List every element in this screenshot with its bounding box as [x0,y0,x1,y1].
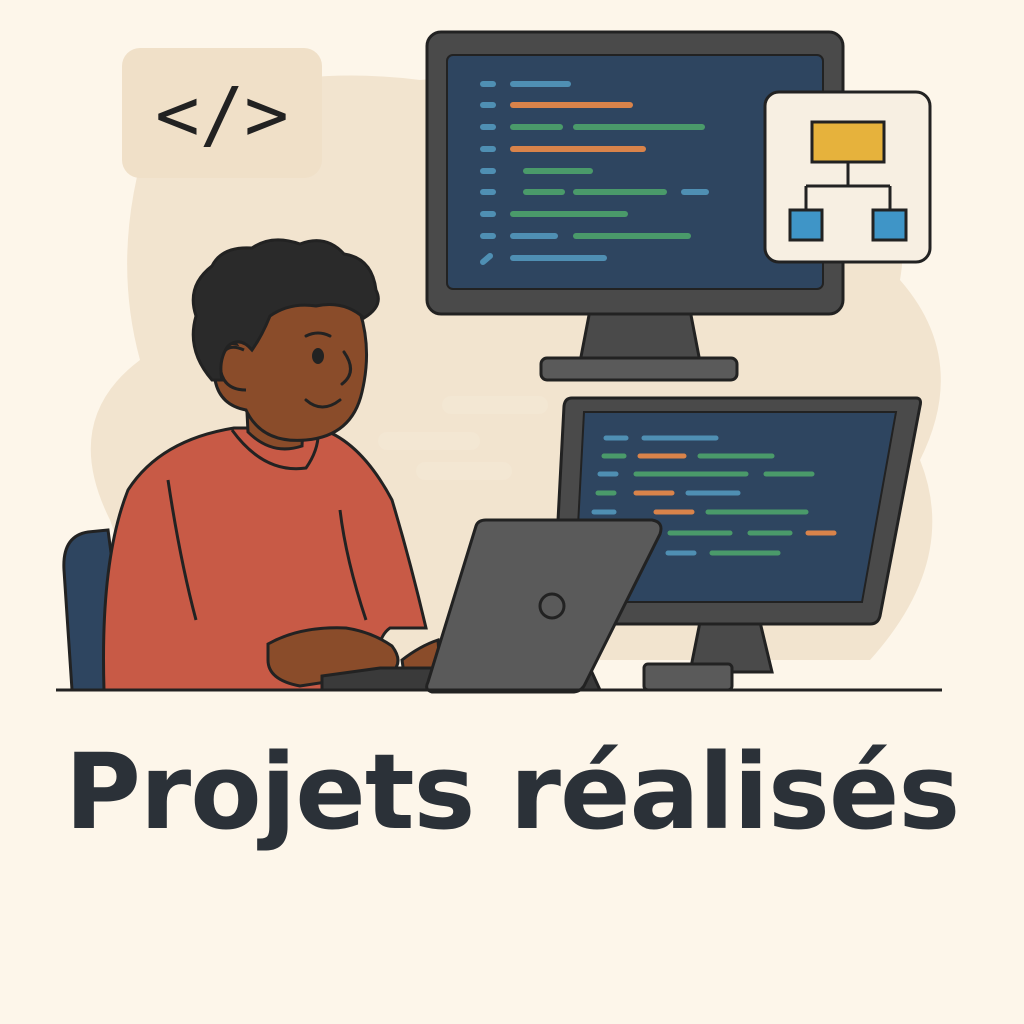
code-tag-icon: </> [155,72,289,158]
hero-illustration-scene: </> Projets réalisés [0,0,1024,1024]
developer-workspace-illustration: </> [56,30,942,694]
hierarchy-diagram-icon [763,90,932,264]
page-title: Projets réalisés [64,731,961,853]
code-badge: </> [122,48,322,178]
